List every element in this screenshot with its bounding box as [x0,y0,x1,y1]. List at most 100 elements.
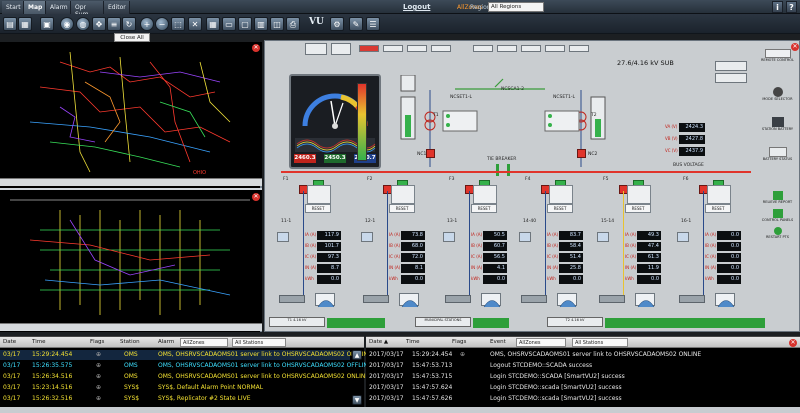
logout-link[interactable]: Logout [403,3,430,11]
feeder-grey-button[interactable] [521,295,547,303]
tab-map[interactable]: Map [24,1,46,14]
pan-icon[interactable]: ✥ [92,17,106,31]
alarm-row[interactable]: 03/17 15:26:35.575 ⊕ OMS OMS, OHSRVSCADA… [0,361,372,371]
control-tag[interactable] [383,45,403,52]
tie-breaker[interactable] [496,164,510,176]
col-time[interactable]: Time [406,339,419,345]
footer-t2[interactable]: T2 4.16 kV [547,317,603,327]
close-pane-icon[interactable]: ✕ [252,44,260,52]
alarm-station-filter[interactable]: All Stations [232,338,286,347]
map-view-bottom[interactable]: ✕ [0,188,262,323]
stop-icon[interactable]: ✕ [188,17,202,31]
col-station[interactable]: Station [120,339,140,345]
mode-selector-button[interactable]: MODE SELECTOR [761,87,794,103]
col-time[interactable]: Time [32,339,45,345]
feeder-grey-button[interactable] [679,295,705,303]
col-event[interactable]: Event [490,339,506,345]
control-tag[interactable] [569,45,589,52]
edit-icon[interactable]: ✎ [349,17,363,31]
split-icon[interactable]: ◫ [270,17,284,31]
list-icon[interactable]: ☰ [366,17,380,31]
feeder-trend-icon[interactable] [481,293,501,308]
zoom-box-icon[interactable]: ⬚ [171,17,185,31]
feeder-relay[interactable] [627,185,651,204]
footer-municipal[interactable]: MUNICIPAL STATIONS [415,317,471,327]
feeder-relay[interactable] [549,185,573,204]
feeder-trend-icon[interactable] [635,293,655,308]
reset-button[interactable]: RESET [547,204,573,213]
reset-button[interactable]: RESET [305,204,331,213]
tab-opr-sum[interactable]: Opr Sum [71,1,104,18]
zoom-out-icon[interactable]: − [155,17,169,31]
event-row[interactable]: 2017/03/17 15:29:24.454 ⊕ OMS, OHSRVSCAD… [366,350,786,360]
settings-icon[interactable]: ⚙ [330,17,344,31]
feeder-relay[interactable] [707,185,731,204]
status-tag[interactable] [715,61,747,71]
region-select[interactable]: All Regions [488,2,544,12]
close-all-button[interactable]: Close All [114,33,150,42]
navigate-icon[interactable]: ◉ [60,17,74,31]
col-flags[interactable]: Flags [452,339,466,345]
col-date[interactable]: Date ▲ [369,339,388,345]
control-panels-button[interactable]: CONTROL PANELS [761,209,794,225]
col-date[interactable]: Date [3,339,16,345]
feeder-grey-button[interactable] [279,295,305,303]
control-tag[interactable] [521,45,541,52]
event-zone-filter[interactable]: AllZones [516,338,566,347]
refresh-icon[interactable]: ↻ [122,17,136,31]
globe-icon[interactable]: ◍ [76,17,90,31]
main-breaker-nc1[interactable] [426,149,435,158]
feeder-grey-button[interactable] [445,295,471,303]
control-tag[interactable] [473,45,493,52]
col-flags[interactable]: Flags [90,339,104,345]
station-screen-thumb[interactable] [305,43,327,55]
feeder-relay[interactable] [391,185,415,204]
col-alarm[interactable]: Alarm [158,339,174,345]
footer-t1[interactable]: T1 4.16 kV [269,317,325,327]
status-tag[interactable] [715,73,747,83]
battery-status-button[interactable]: BATTERY STATUS [761,147,794,163]
map-view-top[interactable]: OHIO ✕ [0,42,262,182]
relieve-report-button[interactable]: RELIEVE REPORT [761,191,794,207]
event-station-filter[interactable]: All Stations [572,338,628,347]
reset-button[interactable]: RESET [471,204,497,213]
reset-button[interactable]: RESET [389,204,415,213]
reset-button[interactable]: RESET [705,204,731,213]
alarm-row[interactable]: 03/17 15:29:24.454 ⊕ OMS OMS, OHSRVSCADA… [0,350,372,360]
reset-button[interactable]: RESET [625,204,651,213]
control-tag[interactable] [545,45,565,52]
feeder-trend-icon[interactable] [315,293,335,308]
restart-pts-button[interactable]: RESTART PTS [761,227,794,243]
control-tag[interactable] [407,45,427,52]
station-screen-thumb[interactable] [331,43,351,55]
feeder-device-thumb[interactable] [677,232,689,242]
feeder-relay[interactable] [307,185,331,204]
scroll-down-icon[interactable]: ▼ [352,395,362,405]
close-pane-icon[interactable]: ✕ [252,193,260,201]
feeder-grey-button[interactable] [599,295,625,303]
main-breaker-nc2[interactable] [577,149,586,158]
info-icon[interactable]: i [772,1,783,13]
tile-icon[interactable]: ▥ [254,17,268,31]
feeder-device-thumb[interactable] [597,232,609,242]
display-icon[interactable]: ▣ [40,17,54,31]
event-row[interactable]: 2017/03/17 15:47:53.715 Login STCDEMO::S… [366,372,786,382]
grid-view-icon[interactable]: ▦ [206,17,220,31]
tab-start[interactable]: Start [2,1,24,14]
event-row[interactable]: 2017/03/17 15:47:57.624 Login STCDEMO::s… [366,383,786,393]
station-battery-button[interactable]: STATION BATTERY [761,117,794,133]
close-event-panel-icon[interactable]: ✕ [789,339,797,347]
event-row[interactable]: 2017/03/17 15:47:57.626 Login STCDEMO::s… [366,394,786,404]
remote-control-button[interactable]: REMOTE CONTROL [761,49,794,65]
tab-alarm[interactable]: Alarm [46,1,71,14]
monitor-icon[interactable]: ▢ [238,17,252,31]
window-icon[interactable]: ▭ [222,17,236,31]
layout-single-icon[interactable]: ▤ [3,17,17,31]
feeder-device-thumb[interactable] [361,232,373,242]
print-icon[interactable]: ⎙ [286,17,300,31]
control-tag[interactable] [431,45,451,52]
feeder-trend-icon[interactable] [399,293,419,308]
alarm-indicator[interactable] [359,45,379,52]
alarm-row[interactable]: 03/17 15:26:34.516 ⊕ OMS OMS, OHSRVSCADA… [0,372,369,382]
feeder-device-thumb[interactable] [277,232,289,242]
